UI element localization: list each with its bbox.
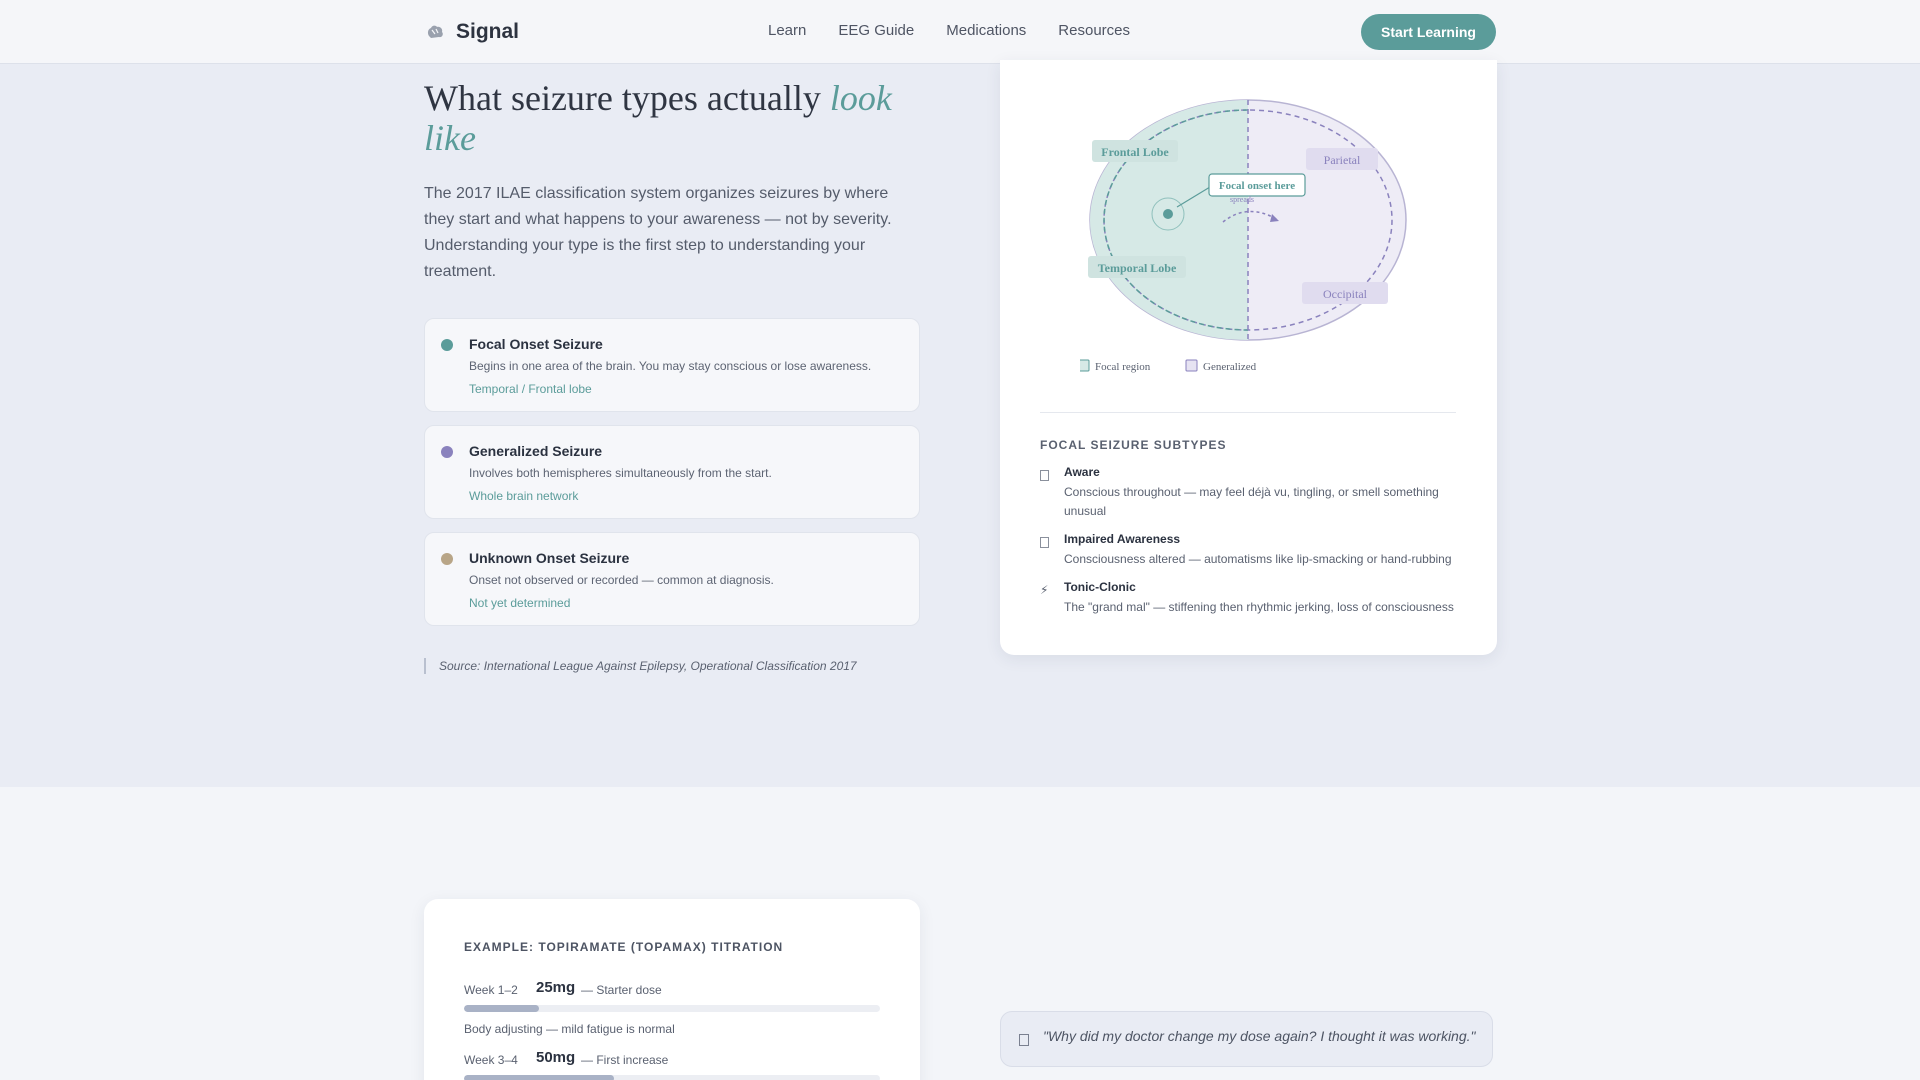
nav-link-eeg-guide[interactable]: EEG Guide [838, 22, 914, 39]
generalized-legend-swatch [1185, 359, 1198, 372]
dose-note: Body adjusting — mild fatigue is normal [464, 1022, 675, 1036]
subtypes-heading: FOCAL SEIZURE SUBTYPES [1040, 438, 1227, 452]
focal-legend-swatch [1080, 359, 1090, 372]
dose-value: 25mg [536, 979, 576, 996]
card-title: Focal Onset Seizure [469, 336, 603, 352]
card-title: Generalized Seizure [469, 443, 603, 459]
unknown-dot-icon [441, 553, 453, 565]
brain-diagram-card: Frontal Lobe Parietal Temporal Lobe Occi… [1000, 60, 1497, 655]
page-title: What seizure types actually look like [424, 78, 944, 158]
seizure-card-focal[interactable]: Focal Onset Seizure Begins in one area o… [424, 318, 920, 412]
focal-dot-icon [441, 339, 453, 351]
quote-icon [1019, 1034, 1029, 1046]
dose-description: — Starter dose [581, 983, 662, 997]
lightning-icon: ⚡ [1040, 583, 1049, 597]
titration-section [0, 787, 1920, 1080]
hero-description: The 2017 ILAE classification system orga… [424, 185, 892, 280]
card-description: Involves both hemispheres simultaneously… [469, 466, 772, 480]
brain-logo-icon [427, 25, 443, 38]
frontal-lobe-label: Frontal Lobe [1101, 145, 1169, 159]
square-icon [1040, 537, 1049, 548]
dose-progress-bar [464, 1005, 880, 1012]
start-learning-button[interactable]: Start Learning [1361, 14, 1496, 50]
subtype-title: Tonic-Clonic [1064, 580, 1136, 594]
card-tag-link[interactable]: Not yet determined [469, 596, 570, 610]
onset-point [1163, 209, 1173, 219]
source-citation: Source: International League Against Epi… [424, 658, 857, 674]
card-description: Onset not observed or recorded — common … [469, 573, 774, 587]
card-tag-link[interactable]: Temporal / Frontal lobe [469, 382, 592, 396]
generalized-legend-label: Generalized [1203, 361, 1257, 373]
parietal-label: Parietal [1324, 153, 1361, 167]
nav-link-resources[interactable]: Resources [1058, 22, 1130, 39]
subtype-title: Aware [1064, 465, 1100, 479]
patient-quote: "Why did my doctor change my dose again?… [1000, 1011, 1493, 1067]
week-label: Week 3–4 [464, 1053, 518, 1067]
card-description: Begins in one area of the brain. You may… [469, 359, 872, 373]
hero-section [0, 0, 1920, 787]
seizure-card-unknown[interactable]: Unknown Onset Seizure Onset not observed… [424, 532, 920, 626]
nav-links: Learn EEG Guide Medications Resources [768, 22, 1130, 39]
divider [1040, 412, 1456, 413]
titration-card: EXAMPLE: TOPIRAMATE (TOPAMAX) TITRATION … [424, 899, 920, 1080]
dose-progress-fill [464, 1005, 539, 1012]
focal-legend-label: Focal region [1095, 361, 1151, 373]
subtype-description: The "grand mal" — stiffening then rhythm… [1064, 600, 1454, 614]
week-label: Week 1–2 [464, 983, 518, 997]
nav-link-medications[interactable]: Medications [946, 22, 1026, 39]
focal-onset-callout: Focal onset here [1219, 180, 1295, 192]
subtype-title: Impaired Awareness [1064, 532, 1181, 546]
subtype-description: Conscious throughout — may feel déjà vu,… [1064, 485, 1439, 518]
dose-value: 50mg [536, 1049, 576, 1066]
subtype-description: Consciousness altered — automatisms like… [1064, 552, 1452, 566]
spreads-label: spreads [1230, 195, 1254, 204]
dose-description: — First increase [581, 1053, 669, 1067]
dose-progress-bar [464, 1075, 880, 1080]
square-icon [1040, 470, 1049, 481]
generalized-dot-icon [441, 446, 453, 458]
card-tag-link[interactable]: Whole brain network [469, 489, 578, 503]
title-main: What seizure types actually [424, 78, 830, 118]
top-nav: Signal Learn EEG Guide Medications Resou… [0, 0, 1920, 64]
nav-link-learn[interactable]: Learn [768, 22, 806, 39]
brand-name: Signal [456, 20, 520, 43]
dose-progress-fill [464, 1075, 614, 1080]
brain-diagram: Frontal Lobe Parietal Temporal Lobe Occi… [1080, 99, 1407, 373]
temporal-lobe-label: Temporal Lobe [1098, 261, 1177, 275]
quote-text: "Why did my doctor change my dose again?… [1043, 1028, 1476, 1044]
card-title: Unknown Onset Seizure [469, 550, 630, 566]
seizure-card-generalized[interactable]: Generalized Seizure Involves both hemisp… [424, 425, 920, 519]
titration-heading: EXAMPLE: TOPIRAMATE (TOPAMAX) TITRATION [464, 940, 784, 954]
occipital-label: Occipital [1323, 287, 1368, 301]
brand-logo[interactable]: Signal [424, 20, 519, 44]
